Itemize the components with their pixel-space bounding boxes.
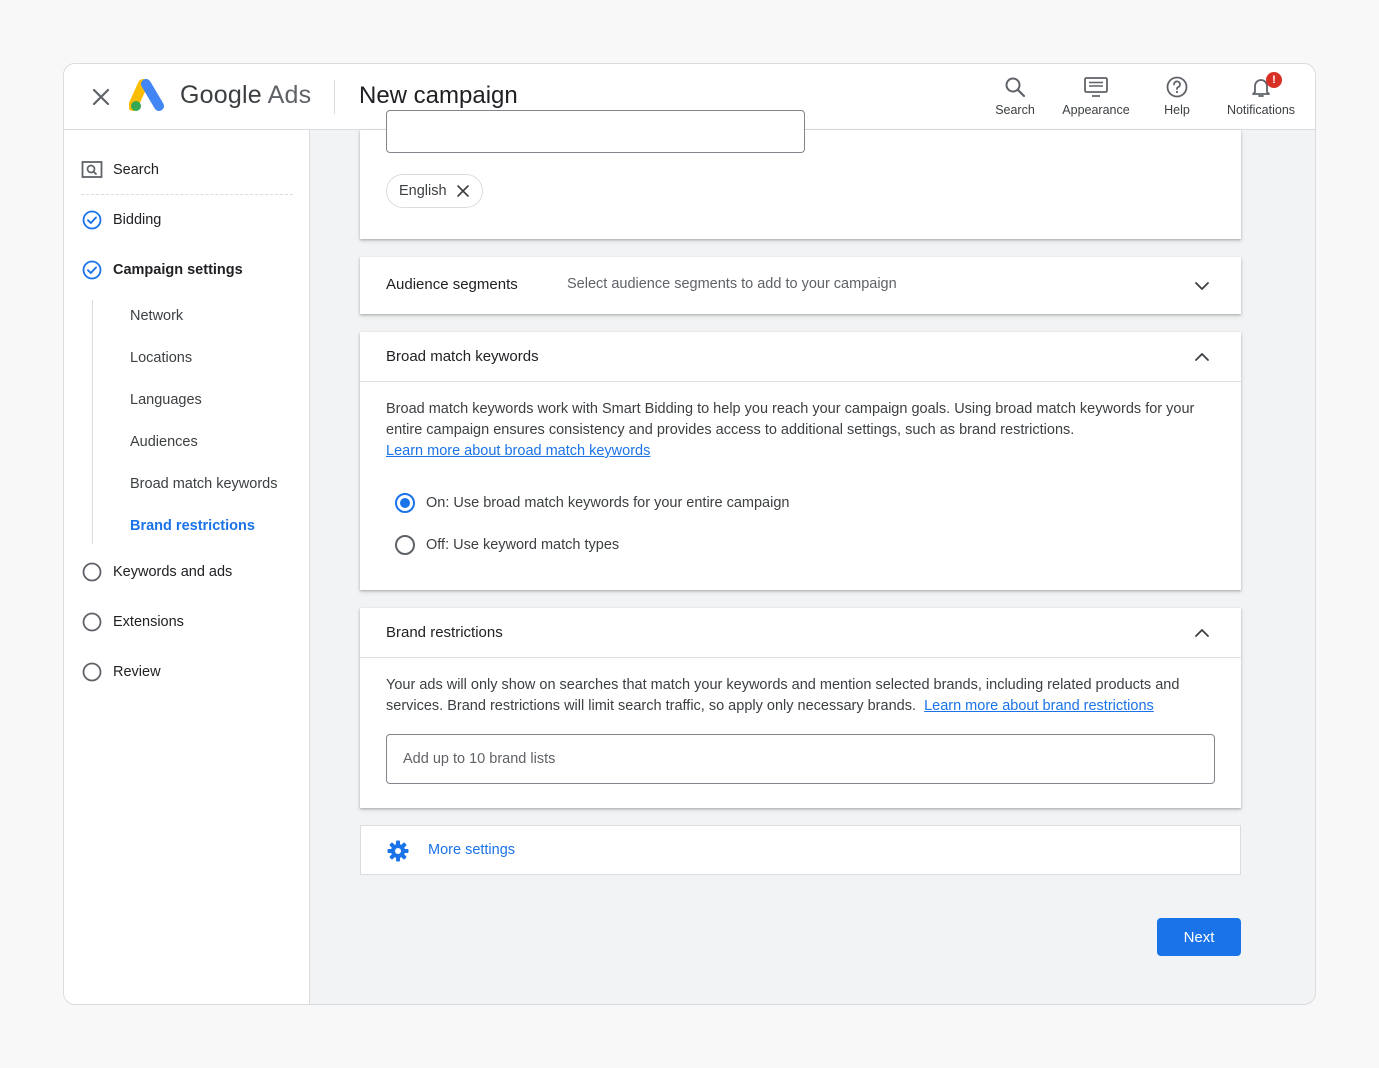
radio-label: On: Use broad match keywords for your en… [426, 495, 790, 511]
sidebar-step-label: Keywords and ads [113, 564, 233, 580]
sidebar-sub-item-network[interactable]: Network [130, 308, 183, 324]
next-button[interactable]: Next [1157, 918, 1241, 956]
google-ads-logo-icon [128, 78, 167, 114]
appearance-tool-button[interactable]: Appearance [1057, 72, 1135, 124]
broad-match-card: Broad match keywords Broad match keyword… [360, 332, 1241, 590]
broad-match-header[interactable]: Broad match keywords [360, 332, 1241, 382]
help-tool-label: Help [1164, 103, 1190, 117]
broad-match-title: Broad match keywords [386, 348, 539, 365]
sidebar-step-label: Campaign settings [113, 262, 243, 278]
brand-ads: Ads [267, 81, 312, 109]
sidebar-campaign-type-label: Search [113, 162, 159, 178]
chevron-down-icon[interactable] [1193, 277, 1211, 295]
sidebar-step-extensions[interactable]: Extensions [81, 610, 184, 634]
help-tool-button[interactable]: Help [1157, 72, 1197, 124]
sidebar-sub-item-audiences[interactable]: Audiences [130, 434, 198, 450]
check-circle-icon [81, 259, 103, 281]
appearance-tool-label: Appearance [1062, 103, 1130, 117]
appearance-icon [1084, 77, 1108, 97]
gear-icon [386, 839, 410, 863]
sidebar-sub-item-brand-restrictions[interactable]: Brand restrictions [130, 518, 255, 534]
sidebar-divider [81, 194, 293, 195]
radio-selected-icon [395, 493, 415, 513]
broad-match-off-radio[interactable]: Off: Use keyword match types [395, 535, 619, 555]
check-circle-icon [81, 209, 103, 231]
more-settings-row[interactable]: More settings [360, 825, 1241, 875]
sidebar-step-label: Review [113, 664, 161, 680]
language-chip: English [386, 174, 483, 208]
language-chip-label: English [399, 183, 447, 199]
languages-card: English [360, 110, 1241, 239]
sidebar-step-label: Extensions [113, 614, 184, 630]
sidebar-step-campaign-settings[interactable]: Campaign settings [81, 258, 243, 282]
search-tool-button[interactable]: Search [989, 72, 1041, 124]
app-window: Google Ads New campaign Search Appearanc… [63, 63, 1316, 1005]
audience-segments-card[interactable]: Audience segments Select audience segmen… [360, 257, 1241, 314]
broad-match-learn-more-link[interactable]: Learn more about broad match keywords [386, 443, 650, 459]
audience-segments-summary: Select audience segments to add to your … [567, 276, 897, 292]
chevron-up-icon[interactable] [1193, 348, 1211, 366]
page-title: New campaign [359, 82, 518, 109]
brand-name: Google Ads [180, 81, 311, 110]
brand-restrictions-card: Brand restrictions Your ads will only sh… [360, 608, 1241, 808]
notification-badge: ! [1266, 72, 1282, 88]
notifications-tool-label: Notifications [1226, 103, 1296, 117]
broad-match-description-text: Broad match keywords work with Smart Bid… [386, 401, 1195, 438]
sidebar-step-label: Bidding [113, 212, 162, 228]
brand-restrictions-title: Brand restrictions [386, 624, 503, 641]
more-settings-label: More settings [428, 842, 516, 858]
search-tool-label: Search [995, 103, 1035, 117]
radio-label: Off: Use keyword match types [426, 537, 620, 553]
brand-restrictions-learn-more-link[interactable]: Learn more about brand restrictions [924, 698, 1154, 714]
header-divider [334, 80, 335, 114]
brand-lists-placeholder: Add up to 10 brand lists [403, 751, 556, 767]
broad-match-on-radio[interactable]: On: Use broad match keywords for your en… [395, 493, 789, 513]
notifications-tool-button[interactable]: Notifications ! [1221, 72, 1301, 124]
empty-circle-icon [81, 661, 103, 683]
audience-segments-title: Audience segments [386, 276, 518, 293]
radio-unselected-icon [395, 535, 415, 555]
broad-match-description: Broad match keywords work with Smart Bid… [386, 399, 1218, 462]
sidebar-step-keywords-and-ads[interactable]: Keywords and ads [81, 560, 232, 584]
close-icon[interactable] [88, 84, 114, 110]
brand-restrictions-description: Your ads will only show on searches that… [386, 675, 1218, 717]
language-search-input[interactable] [386, 110, 805, 153]
search-box-icon [81, 159, 103, 181]
chevron-up-icon[interactable] [1193, 624, 1211, 642]
sidebar-step-review[interactable]: Review [81, 660, 161, 684]
sidebar: Search Bidding Campaign settings Network… [64, 130, 310, 1004]
empty-circle-icon [81, 611, 103, 633]
sidebar-campaign-type[interactable]: Search [81, 158, 159, 182]
brand-google: Google [180, 81, 262, 109]
search-icon [1005, 77, 1026, 98]
brand-lists-input[interactable]: Add up to 10 brand lists [386, 734, 1215, 784]
sidebar-sub-item-languages[interactable]: Languages [130, 392, 202, 408]
brand-restrictions-header[interactable]: Brand restrictions [360, 608, 1241, 658]
sidebar-sub-item-broad-match[interactable]: Broad match keywords [130, 476, 277, 492]
help-icon [1166, 76, 1188, 98]
remove-chip-icon[interactable] [456, 184, 470, 198]
sub-item-line [92, 300, 93, 544]
sidebar-sub-item-locations[interactable]: Locations [130, 350, 192, 366]
empty-circle-icon [81, 561, 103, 583]
sidebar-step-bidding[interactable]: Bidding [81, 208, 161, 232]
